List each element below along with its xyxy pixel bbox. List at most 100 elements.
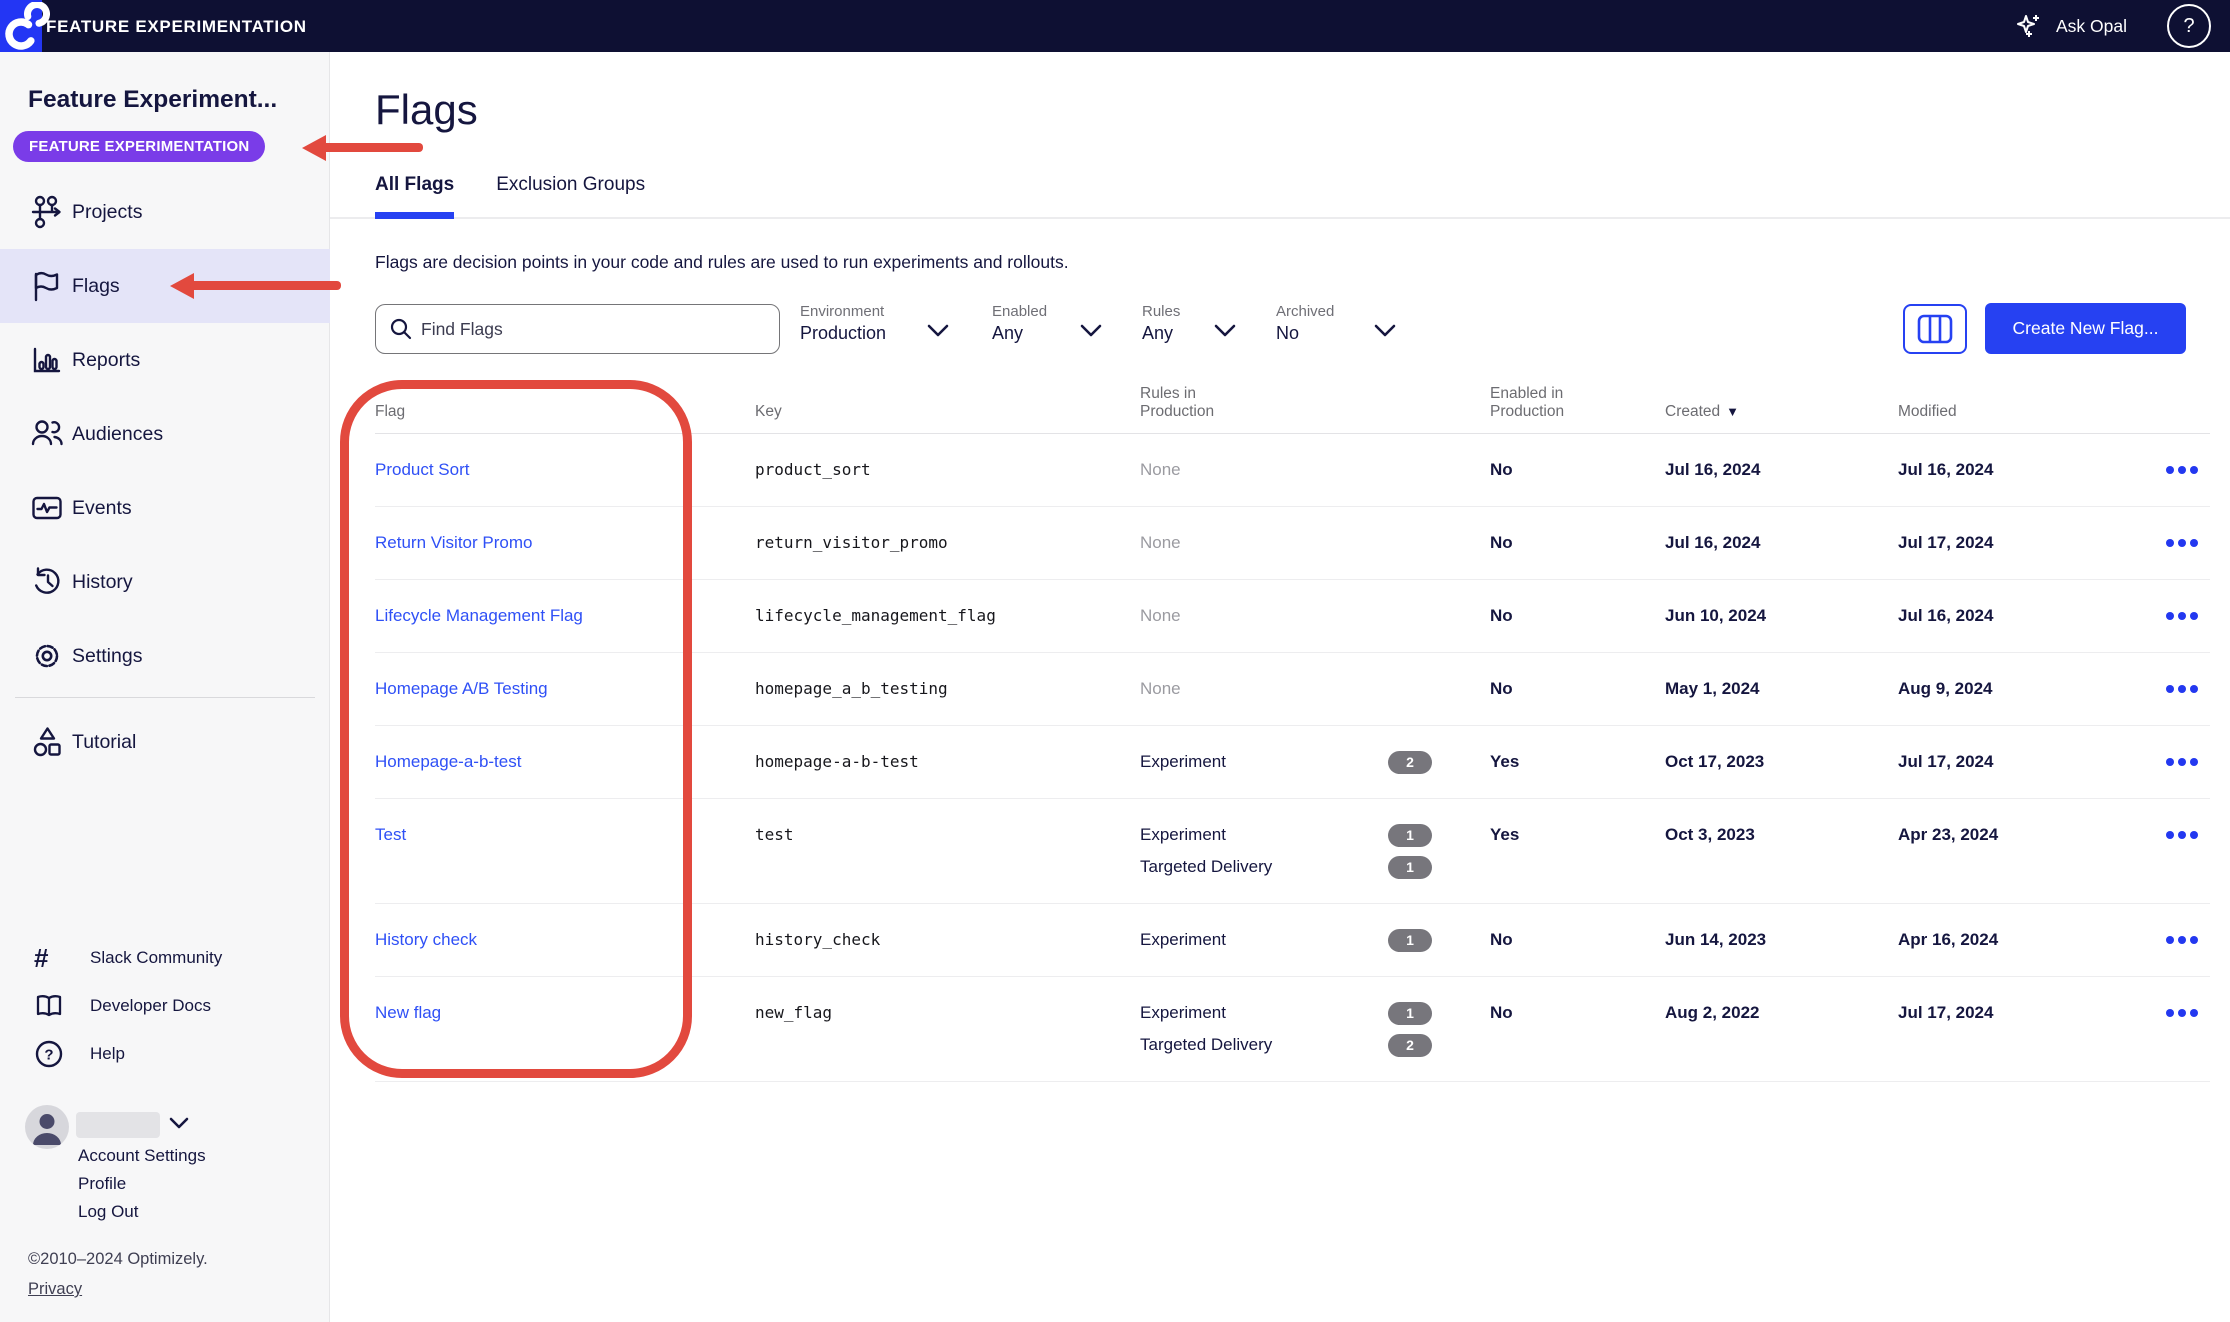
create-new-flag-button[interactable]: Create New Flag...: [1985, 303, 2186, 354]
avatar[interactable]: [25, 1105, 69, 1149]
chevron-down-icon[interactable]: [166, 1114, 192, 1132]
sidebar-item-tutorial[interactable]: Tutorial: [0, 705, 330, 779]
search-input[interactable]: [421, 319, 779, 340]
row-actions-cell: [2130, 580, 2210, 652]
table-row: TesttestExperiment1Targeted Delivery1Yes…: [375, 799, 2210, 904]
tab-bar: All Flags Exclusion Groups: [330, 174, 2230, 219]
rules-in-production-cell: Experiment1Targeted Delivery2: [1140, 977, 1490, 1081]
row-actions-cell: [2130, 507, 2210, 579]
flag-name-link[interactable]: History check: [375, 904, 755, 976]
row-menu-button[interactable]: [2166, 749, 2198, 775]
rules-in-production-cell: None: [1140, 434, 1490, 506]
sidebar-item-history[interactable]: History: [0, 545, 330, 619]
flags-table: Flag Key Rules in Production Enabled in …: [375, 385, 2210, 1082]
table-row: Product Sortproduct_sortNoneNoJul 16, 20…: [375, 434, 2210, 507]
sidebar-item-developer-docs[interactable]: Developer Docs: [0, 982, 330, 1030]
rule-count-badge: 1: [1388, 824, 1432, 847]
row-menu-button[interactable]: [2166, 1000, 2198, 1026]
row-actions-cell: [2130, 434, 2210, 506]
filter-archived[interactable]: Archived No: [1276, 303, 1334, 344]
column-header-key[interactable]: Key: [755, 403, 1140, 421]
menu-item-profile[interactable]: Profile: [78, 1170, 206, 1198]
column-header-created[interactable]: Created▼: [1665, 403, 1898, 421]
help-icon[interactable]: ?: [2167, 4, 2211, 48]
filter-value: Production: [800, 323, 886, 344]
flag-name-link[interactable]: New flag: [375, 977, 755, 1081]
row-menu-button[interactable]: [2166, 822, 2198, 848]
modified-date: Jul 17, 2024: [1898, 507, 2130, 579]
flags-table-body: Product Sortproduct_sortNoneNoJul 16, 20…: [375, 434, 2210, 1082]
table-row: New flagnew_flagExperiment1Targeted Deli…: [375, 977, 2210, 1082]
page-title: Flags: [375, 86, 478, 134]
flag-name-link[interactable]: Homepage A/B Testing: [375, 653, 755, 725]
rule-type-label: None: [1140, 676, 1388, 702]
optimizely-logo-icon: [4, 2, 50, 52]
sidebar-item-flags[interactable]: Flags: [0, 249, 330, 323]
svg-text:?: ?: [44, 1047, 53, 1064]
hash-icon: #: [34, 943, 90, 974]
sidebar-item-label: History: [72, 571, 133, 594]
column-header-rules-in-production[interactable]: Rules in Production: [1140, 385, 1490, 421]
row-menu-button[interactable]: [2166, 603, 2198, 629]
columns-icon: [1917, 314, 1953, 344]
privacy-link[interactable]: Privacy: [28, 1280, 82, 1299]
tab-exclusion-groups[interactable]: Exclusion Groups: [496, 174, 645, 217]
sidebar-item-settings[interactable]: Settings: [0, 619, 330, 693]
page-description: Flags are decision points in your code a…: [375, 252, 1069, 273]
sidebar-nav-secondary: Tutorial: [0, 705, 330, 779]
ask-opal-button[interactable]: Ask Opal: [2014, 11, 2127, 41]
filter-rules[interactable]: Rules Any: [1142, 303, 1180, 344]
sidebar-divider: [15, 697, 315, 698]
rule-count-badge: 2: [1388, 1034, 1432, 1057]
menu-item-account-settings[interactable]: Account Settings: [78, 1142, 206, 1170]
flag-name-link[interactable]: Return Visitor Promo: [375, 507, 755, 579]
row-actions-cell: [2130, 977, 2210, 1081]
row-actions-cell: [2130, 653, 2210, 725]
question-circle-icon: ?: [34, 1039, 90, 1069]
kebab-dot-icon: [2166, 758, 2174, 766]
row-menu-button[interactable]: [2166, 530, 2198, 556]
sidebar-item-label: Events: [72, 497, 132, 520]
row-menu-button[interactable]: [2166, 457, 2198, 483]
optimizely-logo[interactable]: [0, 0, 42, 52]
sidebar-item-reports[interactable]: Reports: [0, 323, 330, 397]
sidebar-item-help[interactable]: ? Help: [0, 1030, 330, 1078]
filter-label: Environment: [800, 303, 886, 320]
rules-in-production-cell: Experiment1Targeted Delivery1: [1140, 799, 1490, 903]
chevron-down-icon[interactable]: [1078, 322, 1104, 340]
sidebar-item-projects[interactable]: Projects: [0, 175, 330, 249]
column-header-modified[interactable]: Modified: [1898, 403, 2130, 421]
rule-type-label: None: [1140, 603, 1388, 629]
flag-key: return_visitor_promo: [755, 507, 1140, 579]
annotation-arrow-badge: [322, 143, 423, 152]
sidebar-item-slack-community[interactable]: # Slack Community: [0, 934, 330, 982]
menu-item-log-out[interactable]: Log Out: [78, 1198, 206, 1226]
column-header-enabled-in-production[interactable]: Enabled in Production: [1490, 385, 1665, 421]
kebab-dot-icon: [2190, 466, 2198, 474]
row-menu-button[interactable]: [2166, 927, 2198, 953]
sidebar-item-audiences[interactable]: Audiences: [0, 397, 330, 471]
rule-line: Targeted Delivery2: [1140, 1032, 1490, 1058]
column-settings-button[interactable]: [1903, 304, 1967, 354]
project-name[interactable]: Feature Experiment...: [28, 86, 318, 114]
filter-value: Any: [992, 323, 1047, 344]
flag-key: homepage-a-b-test: [755, 726, 1140, 798]
filter-enabled[interactable]: Enabled Any: [992, 303, 1047, 344]
flag-name-link[interactable]: Homepage-a-b-test: [375, 726, 755, 798]
kebab-dot-icon: [2166, 936, 2174, 944]
chevron-down-icon[interactable]: [1372, 322, 1398, 340]
column-header-flag[interactable]: Flag: [375, 403, 755, 421]
tab-all-flags[interactable]: All Flags: [375, 174, 454, 219]
filter-label: Archived: [1276, 303, 1334, 320]
sidebar-item-events[interactable]: Events: [0, 471, 330, 545]
flag-name-link[interactable]: Product Sort: [375, 434, 755, 506]
flag-name-link[interactable]: Test: [375, 799, 755, 903]
chevron-down-icon[interactable]: [1212, 322, 1238, 340]
filter-environment[interactable]: Environment Production: [800, 303, 886, 344]
flag-name-link[interactable]: Lifecycle Management Flag: [375, 580, 755, 652]
enabled-in-production-value: No: [1490, 580, 1665, 652]
chevron-down-icon[interactable]: [925, 322, 951, 340]
row-menu-button[interactable]: [2166, 676, 2198, 702]
rule-line: None: [1140, 676, 1490, 702]
created-date: Aug 2, 2022: [1665, 977, 1898, 1081]
